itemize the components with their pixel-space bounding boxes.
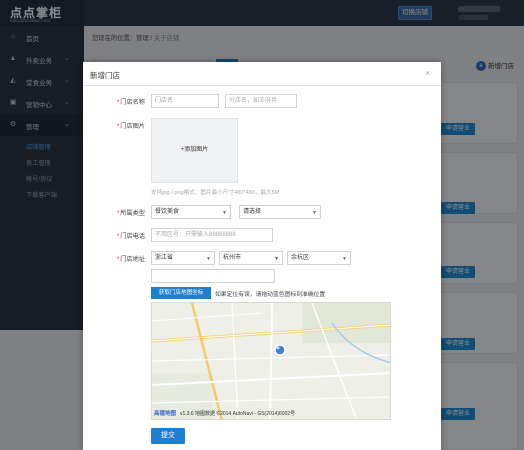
map-hint: 如果定位有误，请拖动蓝色图标到准确位置	[215, 292, 326, 298]
image-hint: 支持jpg / png格式，图片最小尺寸480*480，最大5M	[151, 190, 280, 196]
dialog-header: 新增门店 ×	[83, 62, 441, 86]
dialog-title: 新增门店	[90, 71, 120, 80]
chevron-down-icon: ▼	[342, 256, 347, 262]
address-label: *门店地址	[116, 256, 145, 263]
add-image-button[interactable]: +添加图片	[151, 118, 238, 183]
map-roads	[152, 303, 390, 419]
street-address-input[interactable]	[151, 269, 275, 283]
close-icon[interactable]: ×	[425, 68, 430, 78]
store-name-input[interactable]: 门店名	[151, 94, 219, 108]
phone-label: *门店电话	[116, 233, 145, 240]
submit-button[interactable]: 提交	[151, 428, 185, 444]
branch-name-input[interactable]: 分店名，如王府井	[225, 94, 297, 108]
chevron-down-icon: ▼	[206, 256, 211, 262]
get-map-coordinates-button[interactable]: 获取门店地图坐标	[151, 287, 211, 299]
subcategory-select[interactable]: 请选择 ▼	[239, 205, 321, 219]
district-select[interactable]: 余杭区 ▼	[287, 251, 351, 265]
store-name-label: *门店名称	[116, 99, 145, 106]
chevron-down-icon: ▼	[222, 210, 227, 216]
category-select[interactable]: 餐饮美食 ▼	[151, 205, 231, 219]
new-store-dialog: 新增门店 × *门店名称 门店名 分店名，如王府井 *门店图片 +添加图片 支持…	[83, 62, 441, 450]
store-image-label: *门店图片	[116, 123, 145, 130]
phone-input[interactable]: 不用区号：只需输入88888888	[151, 228, 273, 242]
province-select[interactable]: 浙江省 ▼	[151, 251, 215, 265]
category-label: *所属类型	[116, 210, 145, 217]
chevron-down-icon: ▼	[274, 256, 279, 262]
map-provider-logo: 高德地图	[154, 411, 177, 417]
chevron-down-icon: ▼	[312, 210, 317, 216]
city-select[interactable]: 杭州市 ▼	[219, 251, 283, 265]
map-copyright: v1.3.6 地图数据 ©2014 AutoNavi - GS(2014)600…	[180, 411, 296, 417]
location-map[interactable]: 高德地图 v1.3.6 地图数据 ©2014 AutoNavi - GS(201…	[151, 302, 391, 420]
